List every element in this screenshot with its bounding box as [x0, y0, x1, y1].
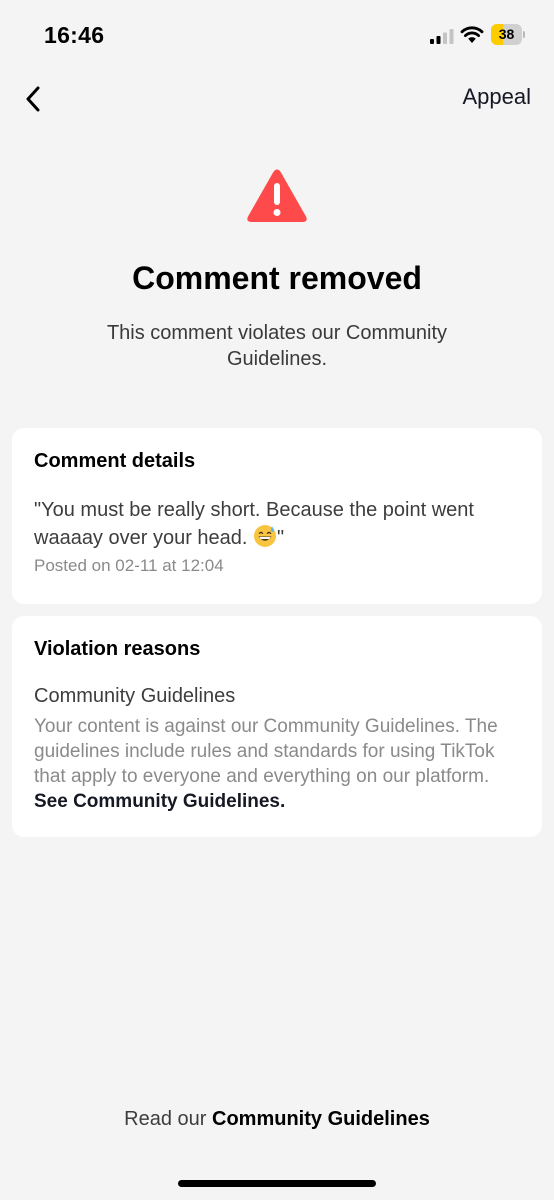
warning-triangle-icon — [247, 169, 307, 222]
battery-level: 38 — [498, 26, 515, 42]
reason-text: Your content is against our Community Gu… — [34, 716, 498, 787]
comment-details-card: Comment details "You must be really shor… — [12, 428, 542, 604]
comment-details-heading: Comment details — [34, 450, 196, 472]
nav-bar: Appeal — [0, 72, 554, 124]
page-subtitle: This comment violates our Community Guid… — [106, 322, 448, 370]
wifi-icon — [460, 26, 484, 43]
posted-date: Posted on 02-11 at 12:04 — [34, 556, 224, 575]
chevron-left-icon — [26, 86, 40, 112]
status-time: 16:46 — [44, 22, 105, 48]
footer: Read our Community Guidelines — [0, 1108, 554, 1131]
comment-text-closing-quote: " — [277, 527, 285, 549]
footer-prefix: Read our — [124, 1108, 213, 1130]
see-community-guidelines-link[interactable]: See Community Guidelines. — [34, 791, 285, 812]
battery-cap — [523, 31, 525, 38]
page-title: Comment removed — [132, 260, 422, 296]
comment-removed-screen: 16:46 38 Appeal Comment removed This com… — [0, 0, 554, 1200]
reason-description: Your content is against our Community Gu… — [34, 714, 520, 814]
reason-title: Community Guidelines — [34, 685, 236, 707]
comment-text: "You must be really short. Because the p… — [34, 496, 520, 552]
community-guidelines-link[interactable]: Community Guidelines — [212, 1108, 430, 1130]
appeal-button[interactable]: Appeal — [462, 84, 531, 110]
battery-body: 38 — [491, 24, 522, 45]
violation-reasons-card: Violation reasons Community Guidelines Y… — [12, 616, 542, 837]
violation-reasons-heading: Violation reasons — [34, 638, 201, 660]
grinning-face-with-sweat-emoji — [254, 525, 277, 547]
home-indicator — [178, 1180, 376, 1187]
cellular-signal-icon — [430, 29, 454, 44]
battery-indicator: 38 — [491, 24, 525, 45]
back-button[interactable] — [16, 82, 50, 116]
status-bar: 16:46 38 — [0, 0, 554, 72]
